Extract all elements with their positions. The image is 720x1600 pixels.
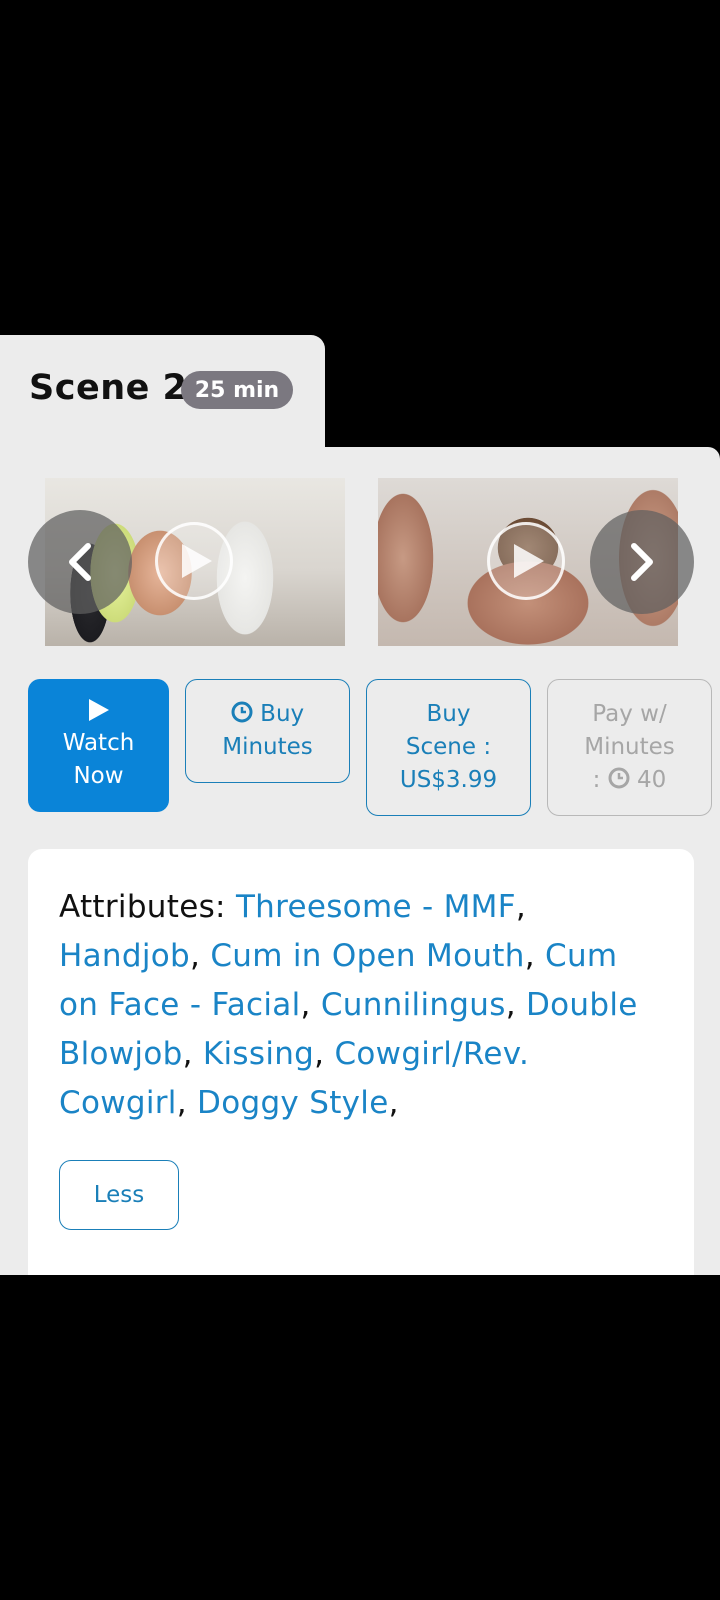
pay-with-minutes-button[interactable]: Pay w/ Minutes : 40	[547, 679, 712, 816]
buy-scene-label-2: Scene :	[405, 734, 492, 760]
buy-scene-button[interactable]: Buy Scene : US$3.99	[366, 679, 531, 816]
attribute-link[interactable]: Doggy Style	[197, 1085, 389, 1121]
attribute-link[interactable]: Kissing	[203, 1036, 314, 1072]
buy-minutes-label-2: Minutes	[222, 734, 313, 760]
watch-now-label-2: Now	[73, 762, 124, 789]
chevron-right-icon	[631, 543, 653, 581]
play-icon	[88, 698, 109, 721]
play-icon[interactable]	[155, 522, 233, 600]
play-icon[interactable]	[487, 522, 565, 600]
chevron-left-icon	[69, 543, 91, 581]
duration-badge: 25 min	[181, 371, 293, 409]
pay-minutes-value: 40	[637, 767, 667, 793]
attribute-link[interactable]: Cum in Open Mouth	[210, 938, 524, 974]
pay-label-1: Pay w/	[592, 701, 667, 727]
pay-label-2: Minutes	[584, 734, 675, 760]
carousel-prev-button[interactable]	[28, 510, 132, 614]
scene-title: Scene 2	[29, 368, 188, 408]
carousel-next-button[interactable]	[590, 510, 694, 614]
clock-icon	[231, 701, 253, 723]
watch-now-label-1: Watch	[62, 729, 135, 756]
page: Scene 2 25 min Watch Now Buy Minutes Buy…	[0, 0, 720, 1600]
attributes-label: Attributes:	[59, 889, 226, 925]
attribute-link[interactable]: Handjob	[59, 938, 190, 974]
less-button[interactable]: Less	[59, 1160, 179, 1230]
buy-scene-price: US$3.99	[399, 767, 498, 793]
buy-scene-label-1: Buy	[426, 701, 471, 727]
attribute-link[interactable]: Cunnilingus	[321, 987, 506, 1023]
buy-minutes-label-1: Buy	[260, 701, 305, 727]
attributes-text: Attributes: Threesome - MMF, Handjob, Cu…	[59, 889, 638, 1121]
attribute-link[interactable]: Threesome - MMF	[236, 889, 516, 925]
attributes-card: Attributes: Threesome - MMF, Handjob, Cu…	[28, 849, 694, 1275]
buy-minutes-button[interactable]: Buy Minutes	[185, 679, 350, 783]
pay-prefix: :	[592, 767, 601, 793]
clock-icon	[608, 767, 630, 789]
watch-now-button[interactable]: Watch Now	[28, 679, 169, 812]
